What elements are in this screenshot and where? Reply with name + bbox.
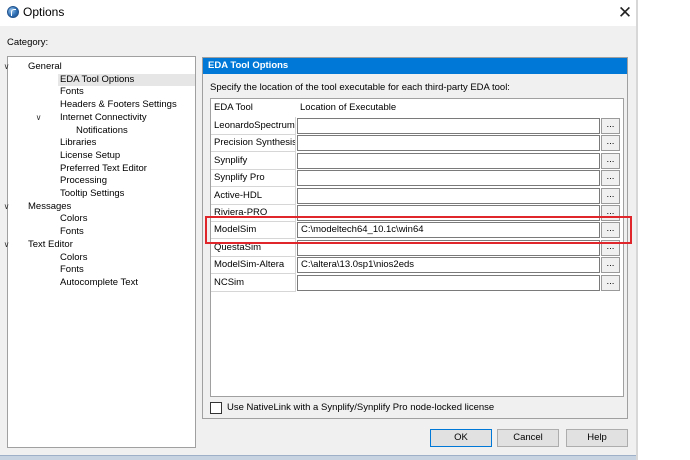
browse-button[interactable]: ... [601, 274, 620, 291]
tree-item[interactable]: Colors [58, 252, 89, 264]
browse-button[interactable]: ... [601, 222, 620, 239]
chevron-down-icon[interactable]: ∨ [2, 61, 11, 73]
tree-item[interactable]: Internet Connectivity [58, 112, 149, 124]
eda-tool-name: QuestaSim [211, 238, 296, 257]
window-title: Options [23, 5, 65, 19]
browse-button[interactable]: ... [601, 239, 620, 256]
tree-item[interactable]: Tooltip Settings [58, 188, 126, 200]
panel-description: Specify the location of the tool executa… [210, 82, 510, 93]
column-header-location: Location of Executable [300, 102, 397, 113]
cancel-button[interactable]: Cancel [497, 429, 559, 447]
help-button[interactable]: Help [566, 429, 628, 447]
nativelink-checkbox[interactable] [210, 402, 222, 414]
executable-path-input[interactable] [297, 135, 600, 152]
executable-path-input[interactable] [297, 118, 600, 134]
tree-item[interactable]: Fonts [58, 264, 86, 276]
close-icon[interactable]: ✕ [612, 2, 638, 22]
chevron-down-icon[interactable]: ∨ [34, 112, 43, 124]
category-label: Category: [7, 37, 49, 48]
window-right-border [636, 0, 638, 460]
eda-tool-name: NCSim [211, 273, 296, 292]
chevron-down-icon[interactable]: ∨ [2, 239, 11, 251]
eda-tool-name: Riviera-PRO [211, 204, 296, 222]
browse-button[interactable]: ... [601, 257, 620, 274]
eda-tool-options-panel: EDA Tool Options Specify the location of… [202, 57, 628, 419]
executable-path-input[interactable] [297, 274, 600, 291]
panel-header: EDA Tool Options [203, 58, 627, 74]
eda-tool-name: Synplify Pro [211, 169, 296, 188]
tree-item[interactable]: Fonts [58, 226, 86, 238]
executable-path-input[interactable] [297, 152, 600, 169]
tree-item[interactable]: Fonts [58, 86, 86, 98]
executable-path-input[interactable] [297, 205, 600, 221]
eda-tool-name: Precision Synthesis [211, 134, 296, 153]
tree-item[interactable]: Messages [26, 201, 73, 213]
chevron-down-icon[interactable]: ∨ [2, 201, 11, 213]
title-bar: Options ✕ [0, 0, 690, 26]
browse-button[interactable]: ... [601, 170, 620, 187]
tree-item[interactable]: Headers & Footers Settings [58, 99, 179, 111]
eda-tool-name: ModelSim-Altera [211, 256, 296, 275]
eda-tool-grid: EDA Tool Location of Executable Leonardo… [210, 98, 624, 397]
tree-item[interactable]: Preferred Text Editor [58, 163, 149, 175]
browse-button[interactable]: ... [601, 118, 620, 134]
tree-item[interactable]: Notifications [74, 125, 130, 137]
browse-button[interactable]: ... [601, 205, 620, 221]
eda-tool-name: ModelSim [211, 221, 296, 240]
executable-path-input[interactable]: C:\modeltech64_10.1c\win64 [297, 222, 600, 239]
executable-path-input[interactable] [297, 187, 600, 204]
eda-tool-name: LeonardoSpectrum [211, 117, 296, 135]
tree-item[interactable]: EDA Tool Options [58, 73, 195, 86]
tree-item[interactable]: License Setup [58, 150, 122, 162]
ok-button[interactable]: OK [430, 429, 492, 447]
tree-item[interactable]: General [26, 61, 64, 73]
taskbar-edge [0, 455, 636, 460]
app-icon [7, 6, 19, 18]
browse-button[interactable]: ... [601, 135, 620, 152]
nativelink-label: Use NativeLink with a Synplify/Synplify … [227, 402, 495, 413]
executable-path-input[interactable] [297, 239, 600, 256]
eda-tool-name: Active-HDL [211, 186, 296, 205]
dialog-client-area: Category: ∨ General EDA Tool Options Fonts H… [0, 26, 636, 460]
category-tree[interactable]: ∨ General EDA Tool Options Fonts Headers & F… [4, 56, 196, 448]
column-header-eda-tool: EDA Tool [214, 102, 253, 113]
tree-item[interactable]: Processing [58, 175, 109, 187]
executable-path-input[interactable]: C:\altera\13.0sp1\nios2eds [297, 257, 600, 274]
executable-path-input[interactable] [297, 170, 600, 187]
tree-item[interactable]: Autocomplete Text [58, 277, 140, 289]
eda-tool-name: Synplify [211, 151, 296, 170]
browse-button[interactable]: ... [601, 152, 620, 169]
tree-item[interactable]: Colors [58, 213, 89, 225]
browse-button[interactable]: ... [601, 187, 620, 204]
tree-item[interactable]: Libraries [58, 137, 98, 149]
tree-item[interactable]: Text Editor [26, 239, 75, 251]
